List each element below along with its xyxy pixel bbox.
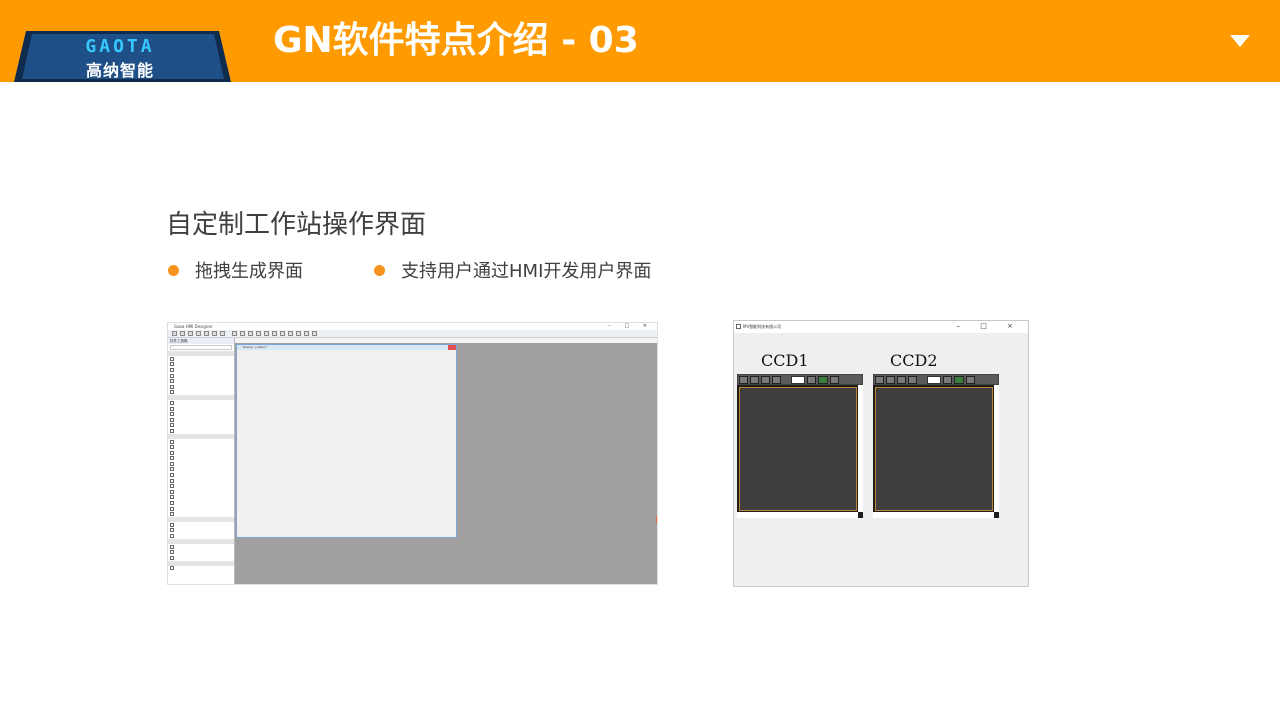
toolbar-icon (172, 331, 177, 336)
vertical-scrollbar (994, 385, 999, 512)
app-icon (736, 324, 741, 329)
ccd2-image-area (875, 387, 993, 511)
fit-view-icon (761, 376, 770, 384)
toolbar-icon (296, 331, 301, 336)
header-bar: GAOTA 高纳智能 GN软件特点介绍 - 03 (0, 0, 1280, 82)
bullet-item: 支持用户通过HMI开发用户界面 (374, 258, 651, 282)
toolbar-icon (830, 376, 839, 384)
ccd2-value-field (927, 376, 941, 384)
toolbar-icon (280, 331, 285, 336)
toolbar-icon (180, 331, 185, 336)
close-icon (448, 345, 456, 350)
zoom-out-icon (886, 376, 895, 384)
design-dialog-form: Dialog - [main]* (236, 344, 457, 538)
bullet-item: 拖拽生成界面 (168, 258, 303, 282)
toolbar-icon (312, 331, 317, 336)
toolbar-icon (966, 376, 975, 384)
vertical-scrollbar (858, 385, 863, 512)
window-controls-icon: – □ × (956, 322, 1022, 330)
horizontal-scrollbar (873, 512, 994, 518)
ccd1-label: CCD1 (761, 351, 809, 370)
run-icon (954, 376, 964, 384)
logo-brand-en: GAOTA (85, 36, 155, 57)
settings-icon (908, 376, 917, 384)
toolbar-icon (256, 331, 261, 336)
bullet-label: 拖拽生成界面 (195, 261, 303, 282)
toolbar-icon (232, 331, 237, 336)
ccd2-label: CCD2 (890, 351, 938, 370)
window-controls-icon: – □ × (608, 323, 653, 329)
toolbox-header: 控件工具箱 (168, 338, 234, 344)
toolbar-icon (943, 376, 952, 384)
horizontal-scrollbar (737, 512, 858, 518)
dialog-title: Dialog - [main]* (237, 345, 456, 350)
toolbar-icon (807, 376, 816, 384)
logo-brand-cn: 高纳智能 (85, 61, 154, 80)
runtime-window-title: MV智能科技有限公司 (743, 324, 782, 329)
zoom-in-icon (875, 376, 884, 384)
toolbox-item (168, 566, 234, 572)
ccd1-panel (737, 374, 863, 518)
toolbar-icon (212, 331, 217, 336)
toolbar-icon (220, 331, 225, 336)
ccd2-panel (873, 374, 999, 518)
zoom-in-icon (739, 376, 748, 384)
ccd1-value-field (791, 376, 805, 384)
zoom-out-icon (750, 376, 759, 384)
hmi-runtime-screenshot: MV智能科技有限公司 – □ × CCD1 CCD2 (733, 320, 1029, 587)
run-icon (818, 376, 828, 384)
toolbar-icon (248, 331, 253, 336)
fit-view-icon (897, 376, 906, 384)
hmi-designer-screenshot: Gaoa HMI Designer – □ × 控件工具箱 Dialog - [… (167, 322, 658, 585)
toolbar-icon (204, 331, 209, 336)
toolbar-icon (264, 331, 269, 336)
toolbar-icon (272, 331, 277, 336)
toolbar-icon (188, 331, 193, 336)
toolbar-icon (240, 331, 245, 336)
runtime-titlebar: MV智能科技有限公司 – □ × (734, 321, 1028, 333)
ccd2-image-view (873, 385, 999, 518)
toolbar-icon (304, 331, 309, 336)
bullet-label: 支持用户通过HMI开发用户界面 (401, 261, 652, 282)
settings-icon (772, 376, 781, 384)
canvas-marker (656, 516, 657, 523)
toolbox-search-input (170, 345, 232, 350)
page-title: GN软件特点介绍 - 03 (273, 20, 639, 61)
toolbar-icon (288, 331, 293, 336)
section-title: 自定制工作站操作界面 (166, 210, 427, 240)
designer-toolbar (168, 330, 657, 338)
bullet-dot-icon (374, 264, 385, 276)
toolbar-icon (196, 331, 201, 336)
ccd2-toolbar (873, 374, 999, 385)
bullet-dot-icon (168, 264, 179, 276)
ccd1-image-area (739, 387, 857, 511)
ccd1-image-view (737, 385, 863, 518)
chevron-down-icon[interactable] (1230, 35, 1250, 47)
ccd1-toolbar (737, 374, 863, 385)
control-toolbox-panel: 控件工具箱 (168, 338, 235, 584)
designer-window-title: Gaoa HMI Designer (168, 323, 657, 330)
